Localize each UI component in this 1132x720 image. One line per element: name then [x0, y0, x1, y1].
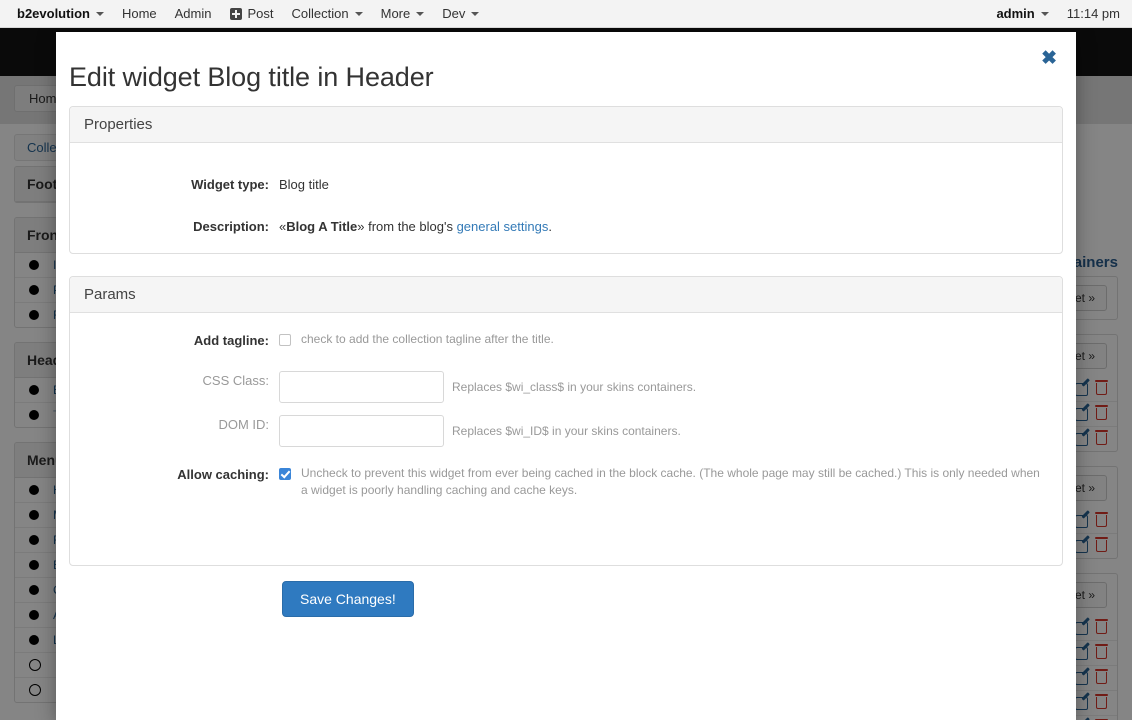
general-settings-link[interactable]: general settings — [457, 219, 549, 234]
description-bold: Blog A Title — [286, 219, 358, 234]
description-label: Description: — [193, 219, 269, 234]
topbar-item-home-label: Home — [121, 6, 157, 21]
allow-caching-control: Uncheck to prevent this widget from ever… — [279, 465, 1041, 499]
topbar-item-home[interactable]: Home — [113, 0, 166, 28]
widget-type-row: Widget type: Blog title — [70, 175, 1062, 195]
topbar-item-more[interactable]: More — [372, 0, 434, 28]
topbar-left-group: b2evolution Home Admin Post Collection M… — [0, 0, 488, 28]
save-button[interactable]: Save Changes! — [282, 581, 414, 617]
css-class-input[interactable] — [279, 371, 444, 403]
topbar-user-menu[interactable]: admin — [987, 0, 1052, 28]
params-fieldset: Params Add tagline: check to add the col… — [69, 276, 1063, 566]
dom-id-hint: Replaces $wi_ID$ in your skins container… — [452, 424, 681, 438]
topbar-item-admin[interactable]: Admin — [166, 0, 221, 28]
topbar-item-collection[interactable]: Collection — [283, 0, 372, 28]
params-legend: Params — [70, 277, 1062, 313]
description-row: Description: «Blog A Title» from the blo… — [70, 217, 1062, 237]
allow-caching-checkbox[interactable] — [279, 468, 291, 480]
topbar-item-more-label: More — [380, 6, 411, 21]
admin-topbar: b2evolution Home Admin Post Collection M… — [0, 0, 1132, 28]
screen: b2evolution Home Admin Post Collection M… — [0, 0, 1132, 720]
description-suffix: . — [548, 219, 552, 234]
add-tagline-checkbox[interactable] — [279, 334, 291, 346]
topbar-right-group: admin 11:14 pm — [987, 0, 1132, 28]
topbar-brand-menu[interactable]: b2evolution — [8, 0, 113, 28]
css-class-control: Replaces $wi_class$ in your skins contai… — [279, 371, 696, 403]
topbar-brand-label: b2evolution — [17, 6, 90, 21]
add-tagline-hint: check to add the collection tagline afte… — [301, 332, 554, 346]
topbar-item-post[interactable]: Post — [221, 0, 283, 28]
topbar-clock: 11:14 pm — [1066, 6, 1120, 21]
properties-legend: Properties — [70, 107, 1062, 143]
close-icon[interactable]: ✖ — [1037, 45, 1061, 72]
plus-badge-icon — [229, 7, 242, 20]
dom-id-input[interactable] — [279, 415, 444, 447]
topbar-item-admin-label: Admin — [174, 6, 212, 21]
dom-id-label: DOM ID: — [218, 417, 269, 432]
add-tagline-row: Add tagline: check to add the collection… — [70, 331, 1062, 351]
allow-caching-row: Allow caching: Uncheck to prevent this w… — [70, 465, 1062, 499]
description-value: «Blog A Title» from the blog's general s… — [279, 217, 552, 237]
params-body: Add tagline: check to add the collection… — [70, 313, 1062, 499]
dom-id-row: DOM ID: Replaces $wi_ID$ in your skins c… — [70, 415, 1062, 447]
chevron-down-icon — [471, 11, 480, 16]
properties-fieldset: Properties Widget type: Blog title Descr… — [69, 106, 1063, 254]
chevron-down-icon — [354, 11, 363, 16]
chevron-down-icon — [416, 11, 425, 16]
css-class-row: CSS Class: Replaces $wi_class$ in your s… — [70, 371, 1062, 403]
css-class-hint: Replaces $wi_class$ in your skins contai… — [452, 380, 697, 394]
description-mid: » from the blog's — [357, 219, 457, 234]
topbar-item-collection-label: Collection — [291, 6, 349, 21]
modal-title: Edit widget Blog title in Header — [69, 62, 434, 92]
topbar-item-dev-label: Dev — [442, 6, 466, 21]
add-tagline-label: Add tagline: — [193, 333, 269, 348]
chevron-down-icon — [95, 11, 104, 16]
dom-id-control: Replaces $wi_ID$ in your skins container… — [279, 415, 681, 447]
edit-widget-modal: ✖ Edit widget Blog title in Header Prope… — [56, 32, 1076, 720]
css-class-label: CSS Class: — [202, 373, 269, 388]
widget-type-value: Blog title — [279, 177, 329, 192]
topbar-user-label: admin — [996, 6, 1035, 21]
add-tagline-control: check to add the collection tagline afte… — [279, 331, 554, 348]
allow-caching-label: Allow caching: — [177, 467, 269, 482]
chevron-down-icon — [1040, 11, 1049, 16]
topbar-item-dev[interactable]: Dev — [433, 0, 488, 28]
widget-type-label: Widget type: — [191, 177, 269, 192]
allow-caching-hint: Uncheck to prevent this widget from ever… — [301, 466, 1040, 497]
properties-body: Widget type: Blog title Description: «Bl… — [70, 143, 1062, 237]
topbar-item-post-label: Post — [247, 6, 274, 21]
